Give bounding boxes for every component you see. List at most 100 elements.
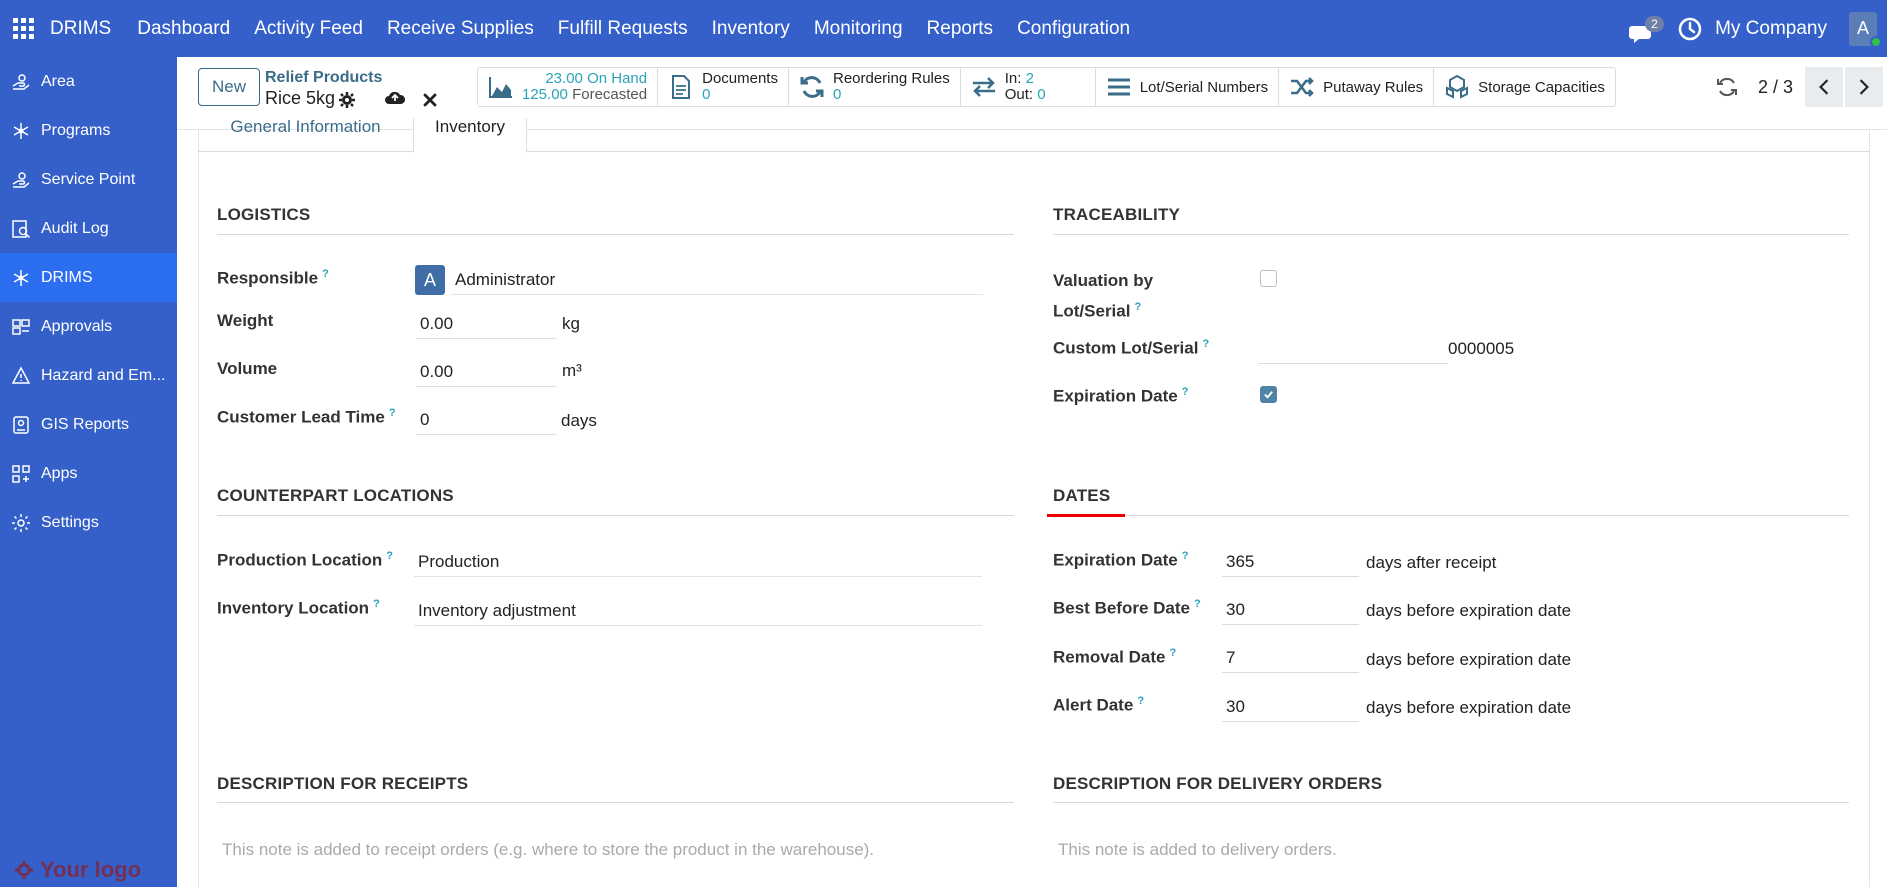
receipts-description-input[interactable]: This note is added to receipt orders (e.… bbox=[222, 840, 874, 860]
sidebar-item-label: Approvals bbox=[41, 317, 113, 335]
company-switcher[interactable]: My Company bbox=[1715, 18, 1827, 40]
responsible-field[interactable]: Administrator bbox=[451, 265, 983, 295]
sidebar-item-label: Audit Log bbox=[41, 219, 109, 237]
sidebar-item-label: Settings bbox=[41, 513, 99, 531]
help-icon: ? bbox=[1202, 338, 1210, 350]
documents-button[interactable]: Documents 0 bbox=[658, 68, 789, 106]
storage-capacities-button[interactable]: Storage Capacities bbox=[1434, 68, 1615, 106]
section-divider bbox=[217, 234, 1014, 235]
audit-icon bbox=[12, 219, 31, 238]
inventory-location-field[interactable]: Inventory adjustment bbox=[414, 596, 982, 626]
gear-icon[interactable] bbox=[338, 91, 356, 109]
sidebar-item-label: DRIMS bbox=[41, 268, 93, 286]
sidebar-item-label: Hazard and Em... bbox=[41, 366, 166, 384]
online-status-dot bbox=[1870, 35, 1882, 48]
forecast-label: Forecasted bbox=[572, 86, 648, 103]
in-out-button[interactable]: In: 2 Out: 0 bbox=[961, 68, 1096, 106]
sidebar-item-audit-log[interactable]: Audit Log bbox=[0, 204, 177, 253]
menu-monitoring[interactable]: Monitoring bbox=[814, 18, 903, 40]
on-hand-value: 23.00 bbox=[545, 70, 583, 87]
refresh-icon[interactable] bbox=[1716, 76, 1738, 98]
sidebar-item-area[interactable]: Area bbox=[0, 57, 177, 106]
pager-previous-button[interactable] bbox=[1805, 67, 1843, 107]
discard-icon[interactable] bbox=[422, 92, 438, 108]
chevron-left-icon bbox=[1819, 79, 1829, 95]
network-icon bbox=[13, 122, 29, 139]
new-button[interactable]: New bbox=[198, 68, 260, 106]
on-hand-button[interactable]: 23.00 On Hand 125.00 Forecasted bbox=[478, 68, 659, 106]
gear-icon bbox=[12, 513, 30, 532]
volume-unit: m³ bbox=[562, 361, 582, 380]
help-icon: ? bbox=[1194, 598, 1201, 610]
sidebar-item-label: Area bbox=[41, 72, 75, 90]
delivery-description-input[interactable]: This note is added to delivery orders. bbox=[1058, 840, 1337, 860]
activity-button[interactable] bbox=[1677, 16, 1703, 42]
removal-date-input[interactable]: 7 bbox=[1222, 643, 1359, 673]
sidebar: Area Programs Service Point Audit Log DR… bbox=[0, 57, 177, 887]
out-count: 0 bbox=[1037, 86, 1046, 103]
best-before-label: Best Before Date? bbox=[1053, 598, 1201, 618]
chat-button[interactable]: 2 bbox=[1629, 14, 1664, 44]
dates-title: DATES bbox=[1053, 486, 1111, 505]
lot-serial-label: Lot/Serial Numbers bbox=[1139, 78, 1269, 96]
sidebar-item-approvals[interactable]: Approvals bbox=[0, 302, 177, 351]
custom-lot-prefix-input[interactable] bbox=[1258, 334, 1448, 364]
refresh-icon bbox=[800, 76, 824, 98]
forecast-value: 125.00 bbox=[522, 86, 568, 103]
sidebar-item-settings[interactable]: Settings bbox=[0, 498, 177, 547]
hand-icon bbox=[12, 73, 30, 90]
menu-fulfill-requests[interactable]: Fulfill Requests bbox=[558, 18, 688, 40]
menu-configuration[interactable]: Configuration bbox=[1017, 18, 1130, 40]
brand-name[interactable]: DRIMS bbox=[50, 18, 111, 40]
chevron-right-icon bbox=[1859, 79, 1869, 95]
user-initial: A bbox=[1856, 18, 1869, 38]
alert-date-label: Alert Date? bbox=[1053, 695, 1145, 715]
tab-label: Inventory bbox=[435, 117, 505, 136]
expiration-date-label: Expiration Date? bbox=[1053, 386, 1189, 406]
production-location-field[interactable]: Production bbox=[414, 547, 982, 577]
dates-expiration-label: Expiration Date? bbox=[1053, 550, 1189, 570]
user-avatar[interactable]: A bbox=[1849, 11, 1882, 48]
save-cloud-icon[interactable] bbox=[384, 89, 406, 107]
sidebar-item-programs[interactable]: Programs bbox=[0, 106, 177, 155]
help-icon: ? bbox=[1181, 550, 1189, 562]
section-divider bbox=[1053, 802, 1849, 803]
lot-serial-button[interactable]: Lot/Serial Numbers bbox=[1096, 68, 1280, 106]
menu-inventory[interactable]: Inventory bbox=[712, 18, 790, 40]
traceability-title: TRACEABILITY bbox=[1053, 205, 1181, 224]
menu-activity-feed[interactable]: Activity Feed bbox=[254, 18, 363, 40]
tab-inventory[interactable]: Inventory bbox=[413, 117, 527, 153]
sidebar-item-gis-reports[interactable]: GIS Reports bbox=[0, 400, 177, 449]
weight-input[interactable]: 0.00 bbox=[416, 309, 556, 339]
tab-general-information[interactable]: General Information bbox=[218, 117, 393, 152]
section-divider bbox=[217, 515, 1014, 516]
alert-date-input[interactable]: 30 bbox=[1222, 692, 1359, 722]
breadcrumb-parent[interactable]: Relief Products bbox=[265, 69, 382, 87]
menu-dashboard[interactable]: Dashboard bbox=[137, 18, 230, 40]
lead-time-input[interactable]: 0 bbox=[416, 405, 556, 435]
storage-label: Storage Capacities bbox=[1478, 78, 1605, 96]
volume-input[interactable]: 0.00 bbox=[416, 357, 556, 387]
valuation-checkbox[interactable] bbox=[1260, 270, 1277, 287]
sidebar-item-service-point[interactable]: Service Point bbox=[0, 155, 177, 204]
network-icon bbox=[13, 269, 29, 286]
apps-menu-icon[interactable] bbox=[13, 17, 35, 40]
pager-value[interactable]: 2 / 3 bbox=[1758, 77, 1793, 98]
dates-expiration-input[interactable]: 365 bbox=[1222, 547, 1359, 577]
best-before-input[interactable]: 30 bbox=[1222, 595, 1359, 625]
expiration-date-checkbox[interactable] bbox=[1260, 386, 1277, 403]
sidebar-item-hazard[interactable]: Hazard and Em... bbox=[0, 351, 177, 400]
pager-next-button[interactable] bbox=[1845, 67, 1883, 107]
reordering-rules-button[interactable]: Reordering Rules 0 bbox=[789, 68, 961, 106]
out-label: Out: bbox=[1004, 86, 1034, 103]
menu-receive-supplies[interactable]: Receive Supplies bbox=[387, 18, 534, 40]
sidebar-item-drims[interactable]: DRIMS bbox=[0, 253, 177, 302]
sidebar-item-apps[interactable]: Apps bbox=[0, 449, 177, 498]
section-divider bbox=[1053, 234, 1849, 235]
document-icon bbox=[672, 75, 691, 99]
help-icon: ? bbox=[1137, 695, 1145, 707]
putaway-rules-button[interactable]: Putaway Rules bbox=[1279, 68, 1435, 106]
area-chart-icon bbox=[489, 77, 512, 98]
custom-lot-value[interactable]: 0000005 bbox=[1448, 339, 1514, 359]
menu-reports[interactable]: Reports bbox=[927, 18, 994, 40]
